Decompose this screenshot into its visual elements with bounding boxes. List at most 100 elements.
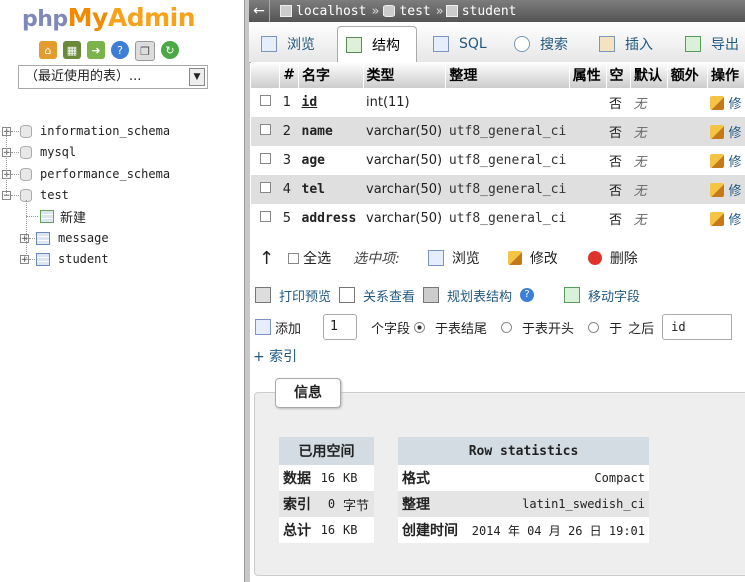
breadcrumb-db-label[interactable]: test bbox=[399, 4, 430, 19]
header-default[interactable]: 默认 bbox=[630, 62, 668, 88]
tab-insert[interactable]: 插入 bbox=[599, 26, 653, 62]
help-icon[interactable]: ? bbox=[111, 41, 129, 59]
header-name[interactable]: 名字 bbox=[298, 62, 364, 88]
copy-icon[interactable]: ❐ bbox=[135, 41, 155, 61]
exit-icon[interactable]: ➜ bbox=[87, 41, 105, 59]
database-icon bbox=[20, 167, 32, 181]
header-num: # bbox=[279, 62, 300, 88]
tree-table-label[interactable]: student bbox=[58, 252, 109, 266]
row-checkbox[interactable] bbox=[259, 153, 271, 164]
header-null[interactable]: 空 bbox=[606, 62, 631, 88]
browse-selected-button[interactable]: 浏览 bbox=[427, 248, 480, 268]
tree-table-student[interactable]: + student bbox=[20, 249, 109, 269]
at-end-radio[interactable] bbox=[414, 321, 426, 333]
check-all-checkbox[interactable] bbox=[288, 252, 300, 264]
table-row[interactable]: 5 address varchar(50) utf8_general_ci 否 … bbox=[251, 204, 745, 233]
row-checkbox[interactable] bbox=[259, 182, 271, 193]
propose-structure-link[interactable]: 规划表结构 bbox=[447, 286, 512, 305]
tab-export[interactable]: 导出 bbox=[685, 26, 739, 62]
after-label[interactable]: 于 bbox=[609, 318, 622, 337]
header-extra[interactable]: 额外 bbox=[667, 62, 708, 88]
phpmyadmin-logo[interactable]: phpMyAdmin bbox=[22, 3, 196, 32]
check-all-label[interactable]: 全选 bbox=[303, 248, 331, 268]
print-icon bbox=[255, 287, 271, 303]
chevron-down-icon[interactable]: ▼ bbox=[189, 68, 205, 86]
tree-db-information-schema[interactable]: + information_schema bbox=[0, 121, 170, 141]
breadcrumb-table-label[interactable]: student bbox=[462, 4, 517, 19]
row-statistics-title: Row statistics bbox=[398, 437, 649, 465]
database-icon bbox=[20, 124, 32, 138]
tree-table-message[interactable]: + message bbox=[20, 228, 109, 248]
tree-db-label[interactable]: test bbox=[40, 188, 69, 202]
header-action: 操作 bbox=[707, 62, 745, 88]
row-checkbox[interactable] bbox=[259, 95, 271, 106]
tree-new-table[interactable]: 新建 bbox=[26, 206, 86, 226]
change-selected-button[interactable]: 修改 bbox=[507, 248, 558, 268]
breadcrumb: ← localhost » test » student bbox=[249, 0, 745, 22]
home-icon[interactable]: ⌂ bbox=[39, 41, 57, 59]
collapse-nav-icon[interactable]: ← bbox=[249, 3, 269, 19]
header-collation[interactable]: 整理 bbox=[445, 62, 570, 88]
change-field-button[interactable]: 修 bbox=[710, 122, 742, 141]
recent-tables-select[interactable]: （最近使用的表）... ▼ bbox=[18, 65, 208, 89]
expand-icon[interactable]: + bbox=[20, 254, 29, 264]
drop-selected-button[interactable]: 删除 bbox=[587, 248, 638, 268]
field-attributes bbox=[569, 204, 606, 233]
change-field-button[interactable]: 修 bbox=[710, 151, 742, 170]
tree-db-label[interactable]: mysql bbox=[40, 145, 76, 159]
tab-browse[interactable]: 浏览 bbox=[261, 26, 315, 62]
tree-db-performance-schema[interactable]: + performance_schema bbox=[0, 164, 170, 184]
move-columns-link[interactable]: 移动字段 bbox=[588, 286, 640, 305]
at-end-label[interactable]: 于表结尾 bbox=[435, 318, 487, 337]
add-column-icon bbox=[255, 319, 271, 335]
change-field-button[interactable]: 修 bbox=[710, 180, 742, 199]
tree-new-label[interactable]: 新建 bbox=[60, 207, 86, 226]
breadcrumb-table[interactable]: student bbox=[445, 4, 517, 19]
arrow-up-icon: ↑ bbox=[259, 247, 275, 269]
at-begin-radio[interactable] bbox=[501, 321, 513, 333]
breadcrumb-server[interactable]: localhost bbox=[280, 4, 366, 19]
tab-structure[interactable]: 结构 bbox=[337, 26, 417, 62]
add-count-input[interactable]: 1 bbox=[323, 314, 358, 340]
table-row[interactable]: 4 tel varchar(50) utf8_general_ci 否 无 修 bbox=[251, 175, 745, 204]
breadcrumb-server-label[interactable]: localhost bbox=[296, 4, 366, 19]
row-num: 5 bbox=[279, 204, 299, 233]
field-type: varchar(50) bbox=[363, 175, 446, 204]
tree-db-test[interactable]: − test bbox=[0, 185, 69, 205]
expand-icon[interactable]: + bbox=[20, 233, 29, 243]
table-row[interactable]: 1 id int(11) 否 无 修 bbox=[251, 88, 745, 117]
tab-sql[interactable]: SQL bbox=[433, 26, 487, 62]
tree-db-label[interactable]: performance_schema bbox=[40, 167, 170, 181]
breadcrumb-db[interactable]: test bbox=[383, 4, 431, 19]
at-begin-label[interactable]: 于表开头 bbox=[522, 318, 574, 337]
relation-view-link[interactable]: 关系查看 bbox=[363, 286, 415, 305]
field-name: id bbox=[301, 95, 318, 110]
tree-db-mysql[interactable]: + mysql bbox=[0, 142, 76, 162]
field-attributes bbox=[569, 175, 606, 204]
info-legend: 信息 bbox=[275, 378, 341, 408]
index-toggle-link[interactable]: + 索引 bbox=[253, 346, 297, 366]
database-icon[interactable]: ▦ bbox=[63, 41, 81, 59]
tree-db-label[interactable]: information_schema bbox=[40, 124, 170, 138]
row-num: 4 bbox=[279, 175, 299, 204]
change-field-button[interactable]: 修 bbox=[710, 93, 742, 112]
field-attributes bbox=[569, 146, 606, 175]
after-field-select[interactable]: id bbox=[662, 314, 733, 340]
field-type: int(11) bbox=[363, 88, 446, 117]
header-attributes[interactable]: 属性 bbox=[569, 62, 607, 88]
row-checkbox[interactable] bbox=[259, 124, 271, 135]
pencil-icon bbox=[507, 251, 522, 265]
tree-table-label[interactable]: message bbox=[58, 231, 109, 245]
table-row[interactable]: 3 age varchar(50) utf8_general_ci 否 无 修 bbox=[251, 146, 745, 175]
help-icon[interactable]: ? bbox=[520, 288, 535, 302]
change-field-button[interactable]: 修 bbox=[710, 209, 742, 228]
search-icon bbox=[514, 36, 530, 52]
table-row[interactable]: 2 name varchar(50) utf8_general_ci 否 无 修 bbox=[251, 117, 745, 146]
row-checkbox[interactable] bbox=[259, 211, 271, 222]
tab-search[interactable]: 搜索 bbox=[514, 26, 568, 62]
structure-table: # 名字 类型 整理 属性 空 默认 额外 操作 1 id int(11) 否 … bbox=[251, 62, 745, 233]
after-radio[interactable] bbox=[588, 321, 600, 333]
print-view-link[interactable]: 打印预览 bbox=[279, 286, 331, 305]
header-type[interactable]: 类型 bbox=[363, 62, 447, 88]
refresh-icon[interactable]: ↻ bbox=[161, 41, 179, 59]
